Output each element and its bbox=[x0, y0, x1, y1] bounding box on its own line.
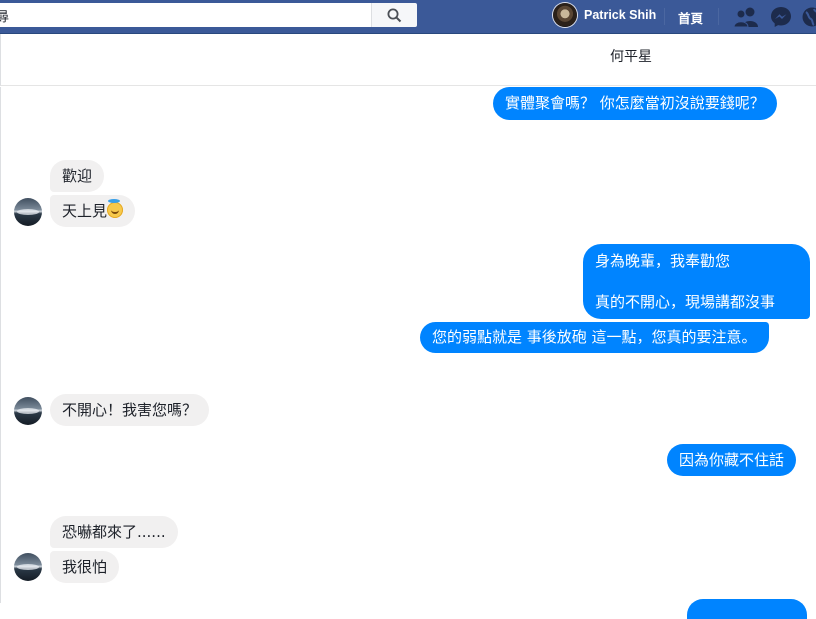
incoming-message[interactable]: 我很怕 bbox=[50, 551, 119, 583]
message-line: 身為晚輩，我奉勸您 bbox=[595, 251, 798, 272]
message-text: 因為你藏不住話 bbox=[679, 451, 784, 469]
outgoing-message-partial[interactable] bbox=[687, 599, 807, 619]
outgoing-message[interactable]: 身為晚輩，我奉勸您 真的不開心，現場講都沒事 bbox=[583, 244, 810, 319]
incoming-message[interactable]: 不開心！我害您嗎？ bbox=[50, 394, 209, 426]
message-text: 天上見 bbox=[62, 202, 107, 220]
incoming-message[interactable]: 歡迎 bbox=[50, 160, 104, 192]
search-icon bbox=[387, 8, 402, 23]
incoming-message[interactable]: 天上見 bbox=[50, 195, 135, 227]
message-thread[interactable]: 實體聚會嗎？ 你怎麼當初沒說要錢呢？ 歡迎 天上見 身為晚輩，我奉勸您 真的不開… bbox=[0, 87, 816, 603]
message-text: 我很怕 bbox=[62, 558, 107, 576]
conversation-header: 何平星 bbox=[0, 34, 816, 86]
message-text: 恐嚇都來了...... bbox=[62, 523, 166, 541]
profile-name-link[interactable]: Patrick Shih bbox=[584, 8, 656, 22]
message-text: 您的弱點就是 事後放砲 這一點，您真的要注意。 bbox=[432, 328, 757, 346]
profile-avatar[interactable] bbox=[553, 3, 577, 27]
outgoing-message[interactable]: 實體聚會嗎？ 你怎麼當初沒說要錢呢？ bbox=[493, 87, 777, 120]
message-text: 不開心！我害您嗎？ bbox=[62, 401, 197, 419]
messenger-icon[interactable] bbox=[770, 6, 792, 28]
home-link[interactable]: 首頁 bbox=[678, 8, 703, 27]
message-text: 實體聚會嗎？ 你怎麼當初沒說要錢呢？ bbox=[505, 94, 765, 112]
outgoing-message[interactable]: 因為你藏不住話 bbox=[667, 444, 796, 476]
search-input[interactable] bbox=[0, 3, 370, 27]
message-line: 真的不開心，現場講都沒事 bbox=[595, 272, 798, 313]
nav-divider bbox=[664, 8, 665, 25]
smiling-face-with-halo-emoji bbox=[107, 202, 123, 218]
search-button[interactable] bbox=[371, 3, 417, 27]
message-text: 歡迎 bbox=[62, 167, 92, 185]
search-box bbox=[0, 3, 416, 27]
globe-icon[interactable] bbox=[801, 6, 816, 28]
conversation-title[interactable]: 何平星 bbox=[561, 46, 701, 66]
outgoing-message[interactable]: 您的弱點就是 事後放砲 這一點，您真的要注意。 bbox=[420, 322, 769, 353]
contact-avatar[interactable] bbox=[14, 397, 42, 425]
top-navigation-bar: Patrick Shih 首頁 bbox=[0, 0, 816, 34]
contact-avatar[interactable] bbox=[14, 553, 42, 581]
contact-avatar[interactable] bbox=[14, 198, 42, 226]
incoming-message[interactable]: 恐嚇都來了...... bbox=[50, 516, 178, 548]
nav-divider bbox=[718, 8, 719, 25]
friends-icon[interactable] bbox=[733, 6, 759, 28]
